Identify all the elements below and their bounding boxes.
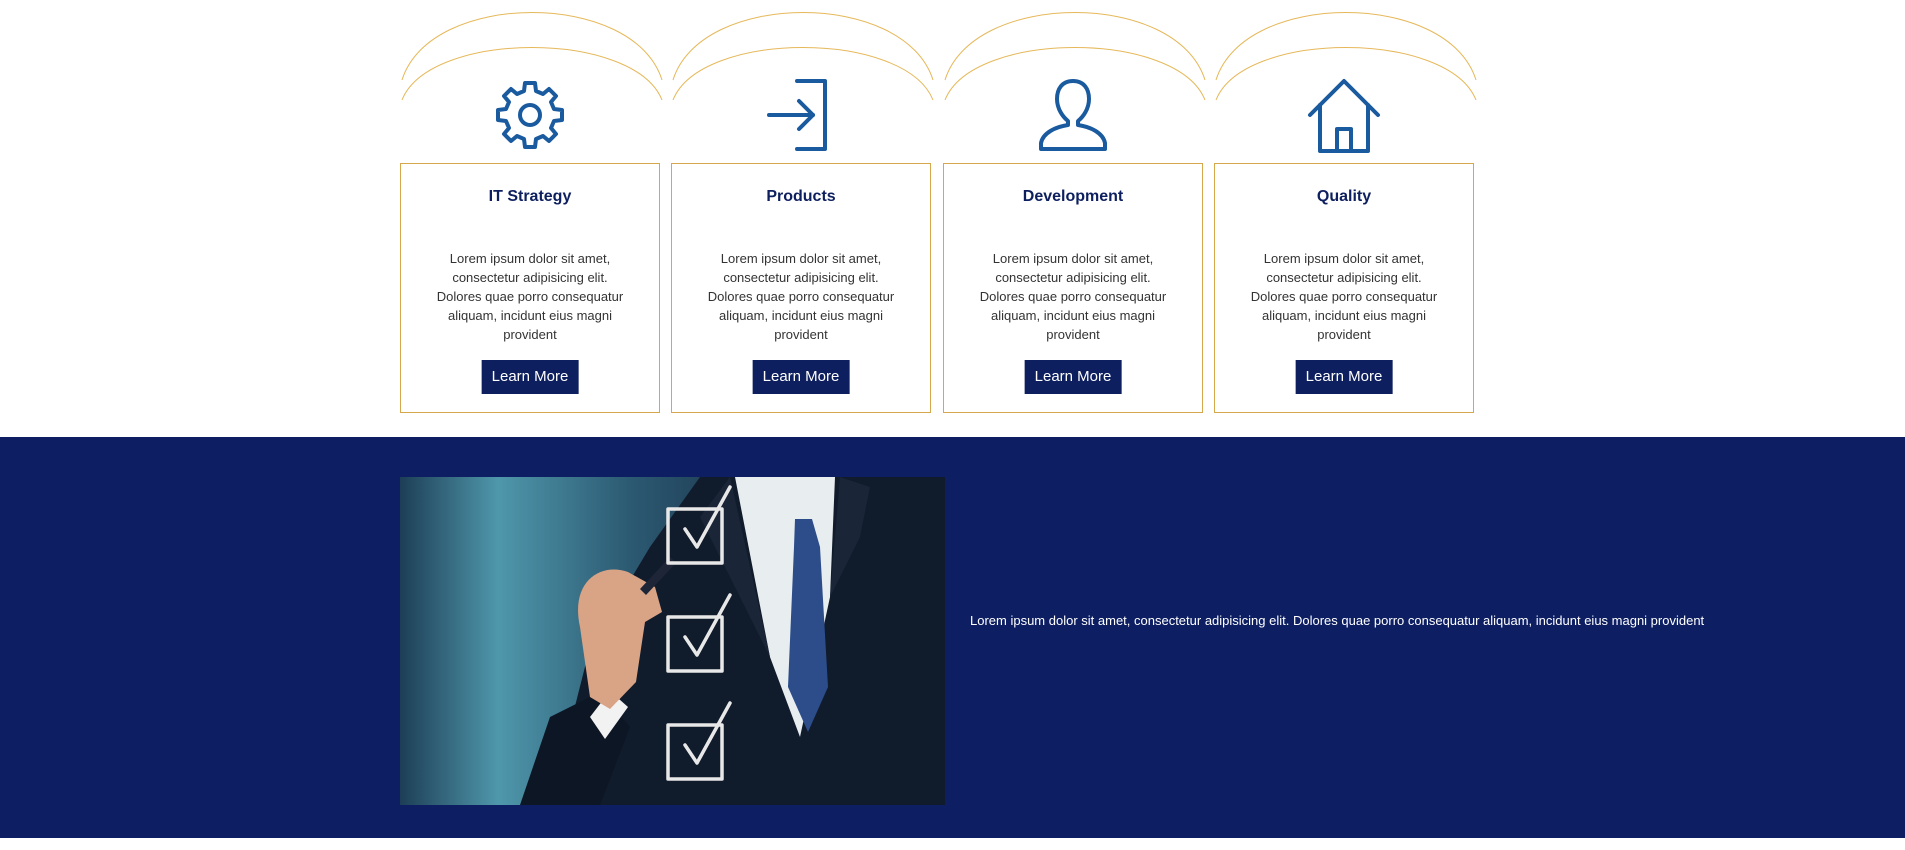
card-title: Quality — [1316, 188, 1372, 205]
feature-description: Lorem ipsum dolor sit amet, consectetur … — [970, 613, 1705, 628]
service-card-products: Products Lorem ipsum dolor sit amet, con… — [671, 0, 934, 413]
card-body: Quality Lorem ipsum dolor sit amet, cons… — [1214, 163, 1474, 413]
card-description: Lorem ipsum dolor sit amet, consectetur … — [979, 251, 1167, 342]
service-card-development: Development Lorem ipsum dolor sit amet, … — [943, 0, 1206, 413]
gear-icon — [496, 81, 564, 149]
learn-more-button[interactable]: Learn More — [481, 360, 579, 394]
learn-more-button[interactable]: Learn More — [752, 360, 850, 394]
home-icon — [1308, 79, 1380, 153]
feature-band: Lorem ipsum dolor sit amet, consectetur … — [0, 437, 1905, 838]
sign-in-icon — [767, 79, 827, 151]
card-title: Products — [766, 188, 836, 205]
card-body: Development Lorem ipsum dolor sit amet, … — [943, 163, 1203, 413]
learn-more-button[interactable]: Learn More — [1295, 360, 1393, 394]
card-description: Lorem ipsum dolor sit amet, consectetur … — [1250, 251, 1438, 342]
services-cards: IT Strategy Lorem ipsum dolor sit amet, … — [400, 0, 1477, 430]
card-body: IT Strategy Lorem ipsum dolor sit amet, … — [400, 163, 660, 413]
card-description: Lorem ipsum dolor sit amet, consectetur … — [436, 251, 624, 342]
businessman-checklist-photo — [400, 477, 945, 805]
user-icon — [1039, 79, 1107, 151]
card-description: Lorem ipsum dolor sit amet, consectetur … — [707, 251, 895, 342]
learn-more-button[interactable]: Learn More — [1024, 360, 1122, 394]
card-title: IT Strategy — [488, 188, 572, 205]
card-body: Products Lorem ipsum dolor sit amet, con… — [671, 163, 931, 413]
service-card-quality: Quality Lorem ipsum dolor sit amet, cons… — [1214, 0, 1477, 413]
service-card-it-strategy: IT Strategy Lorem ipsum dolor sit amet, … — [400, 0, 663, 413]
photo-illustration — [520, 477, 945, 805]
card-title: Development — [1022, 188, 1124, 205]
